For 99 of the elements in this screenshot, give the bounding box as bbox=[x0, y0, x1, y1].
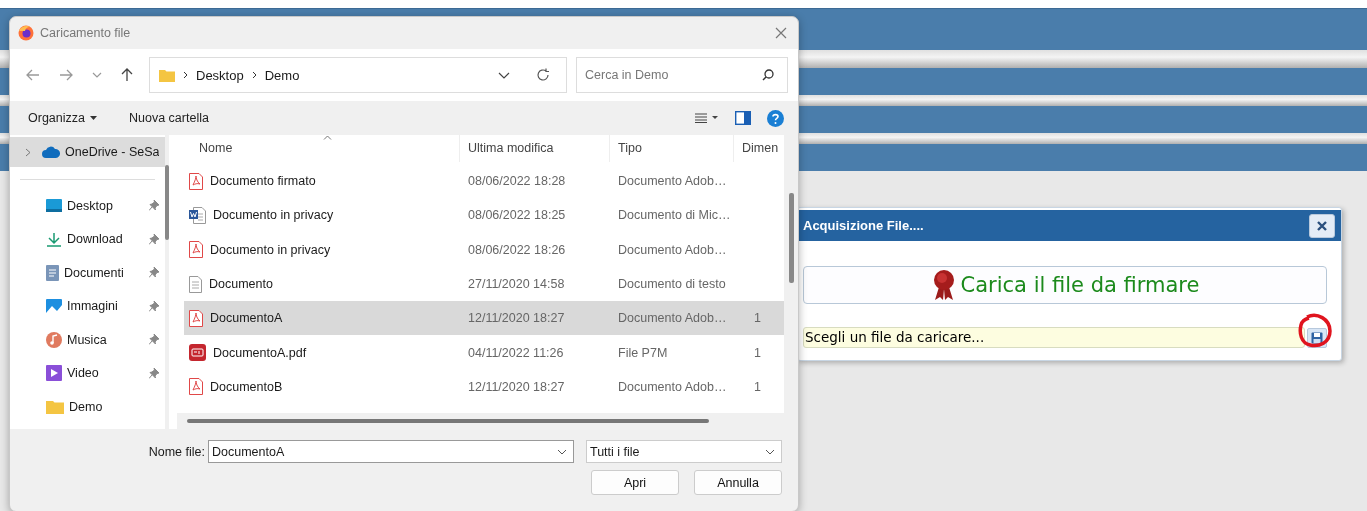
up-arrow-icon[interactable] bbox=[121, 68, 133, 82]
sidebar-item[interactable]: OneDrive - SeSa bbox=[10, 137, 166, 167]
download-arrow-icon bbox=[46, 231, 62, 247]
help-icon[interactable] bbox=[767, 109, 784, 127]
desktop-icon bbox=[46, 198, 62, 213]
modified-date: 08/06/2022 18:25 bbox=[467, 208, 567, 223]
upload-button[interactable]: Carica il file da firmare bbox=[803, 266, 1327, 304]
view-list-icon[interactable] bbox=[695, 113, 719, 123]
chevron-down-icon bbox=[765, 448, 775, 455]
file-row[interactable]: Documento 27/11/2020 14:58 Documento di testo bbox=[184, 266, 784, 302]
file-name: Documento bbox=[209, 277, 273, 292]
document-icon bbox=[46, 264, 59, 281]
open-button[interactable]: Apri bbox=[591, 470, 679, 495]
file-type: Documento Adob… bbox=[617, 174, 728, 189]
pin-icon[interactable] bbox=[149, 367, 160, 379]
pdf-file-icon bbox=[189, 309, 203, 327]
file-input-field[interactable]: Scegli un file da caricare... bbox=[803, 327, 1305, 348]
cancel-button[interactable]: Annulla bbox=[694, 470, 782, 495]
new-folder-button[interactable]: Nuova cartella bbox=[121, 109, 217, 127]
file-row[interactable]: Documento firmato 08/06/2022 18:28 Documento Adob… bbox=[184, 164, 784, 199]
file-row[interactable]: Documento in privacy 08/06/2022 18:26 Documento Adob… bbox=[184, 232, 784, 267]
modified-date: 08/06/2022 18:28 bbox=[467, 174, 567, 189]
file-name: DocumentoA bbox=[210, 311, 283, 326]
chevron-right-icon bbox=[183, 71, 188, 79]
sidebar-item[interactable]: Desktop bbox=[10, 189, 166, 223]
file-type: Documento Adob… bbox=[617, 379, 728, 394]
chevron-right-icon bbox=[251, 71, 257, 79]
pdf-file-icon bbox=[189, 241, 203, 259]
video-play-icon bbox=[46, 365, 62, 382]
refresh-icon[interactable] bbox=[536, 68, 550, 82]
folder-icon bbox=[46, 399, 64, 414]
modified-date: 08/06/2022 18:26 bbox=[467, 242, 567, 257]
file-name: DocumentoA.pdf bbox=[213, 345, 307, 360]
close-icon bbox=[1317, 220, 1327, 231]
sort-caret-icon bbox=[323, 135, 332, 140]
address-bar[interactable]: Desktop Demo bbox=[149, 57, 567, 93]
breadcrumb-item[interactable]: Desktop bbox=[196, 67, 244, 83]
file-size: 1 bbox=[754, 345, 761, 360]
column-header[interactable]: Tipo bbox=[610, 135, 734, 162]
file-row[interactable]: Documento in privacy 08/06/2022 18:25 Documento di Mic… bbox=[184, 198, 784, 233]
file-row[interactable]: DocumentoA.pdf 04/11/2022 11:26 File P7M 1 bbox=[184, 335, 784, 370]
column-header[interactable]: Ultima modifica bbox=[460, 135, 610, 162]
file-name: Documento in privacy bbox=[210, 242, 331, 257]
file-type-dropdown[interactable]: Tutti i file bbox=[586, 440, 782, 463]
chevron-right-icon[interactable] bbox=[25, 147, 31, 157]
dialog-title: Caricamento file bbox=[40, 26, 132, 40]
picture-icon bbox=[46, 298, 62, 314]
modified-date: 27/11/2020 14:58 bbox=[467, 277, 566, 292]
text-file-icon bbox=[189, 275, 202, 293]
pdf-file-icon bbox=[189, 172, 203, 190]
file-name-field[interactable]: DocumentoA bbox=[208, 440, 574, 463]
organize-menu-button[interactable]: Organizza bbox=[20, 109, 105, 127]
pin-icon[interactable] bbox=[149, 200, 160, 212]
close-button[interactable] bbox=[1309, 213, 1335, 238]
file-type: Documento Adob… bbox=[617, 242, 728, 257]
file-name: DocumentoB bbox=[210, 379, 283, 394]
file-row[interactable]: DocumentoA 12/11/2020 18:27 Documento Adob… 1 bbox=[184, 301, 784, 336]
file-type: Documento di Mic… bbox=[617, 208, 732, 223]
modified-date: 12/11/2020 18:27 bbox=[467, 311, 566, 326]
cloud-icon bbox=[42, 146, 60, 158]
browser-icon bbox=[18, 25, 34, 41]
sidebar-item[interactable]: Musica bbox=[10, 323, 166, 357]
sidebar-item[interactable]: Demo bbox=[10, 390, 166, 424]
word-file-icon bbox=[189, 206, 206, 224]
close-icon[interactable] bbox=[775, 27, 787, 39]
caret-icon bbox=[90, 116, 97, 120]
preview-pane-icon[interactable] bbox=[735, 111, 751, 125]
file-type: Documento Adob… bbox=[617, 311, 728, 326]
pdf-file-icon bbox=[189, 378, 203, 396]
forward-arrow-icon[interactable] bbox=[59, 69, 73, 81]
file-type: Documento di testo bbox=[617, 277, 727, 292]
sidebar-item[interactable]: Immagini bbox=[10, 289, 166, 323]
file-type: File P7M bbox=[617, 345, 669, 360]
pin-icon[interactable] bbox=[149, 300, 160, 312]
sidebar-item[interactable]: Download bbox=[10, 222, 166, 256]
pin-icon[interactable] bbox=[149, 334, 160, 346]
file-size: 1 bbox=[754, 311, 761, 326]
panel-title: Acquisizione File.... bbox=[803, 218, 925, 233]
search-icon bbox=[762, 69, 774, 81]
file-row[interactable]: DocumentoB 12/11/2020 18:27 Documento Adob… 1 bbox=[184, 369, 784, 405]
column-header[interactable]: Nome bbox=[177, 135, 460, 162]
pin-icon[interactable] bbox=[149, 233, 160, 245]
file-name: Documento firmato bbox=[210, 174, 316, 189]
sidebar-item[interactable]: Documenti bbox=[10, 256, 166, 290]
search-field[interactable]: Cerca in Demo bbox=[576, 57, 788, 93]
file-size: 1 bbox=[754, 379, 761, 394]
modified-date: 04/11/2022 11:26 bbox=[467, 345, 565, 360]
column-header[interactable]: Dimen bbox=[734, 135, 784, 162]
file-name-label: Nome file: bbox=[148, 444, 205, 459]
sidebar-item[interactable]: Video bbox=[10, 356, 166, 390]
pin-icon[interactable] bbox=[149, 267, 160, 279]
file-name: Documento in privacy bbox=[213, 208, 334, 223]
modified-date: 12/11/2020 18:27 bbox=[467, 379, 566, 394]
signed-file-icon bbox=[189, 344, 206, 362]
music-note-icon bbox=[46, 331, 62, 348]
back-arrow-icon[interactable] bbox=[26, 69, 40, 81]
breadcrumb-item[interactable]: Demo bbox=[264, 67, 300, 83]
chevron-down-icon[interactable] bbox=[557, 448, 567, 455]
chevron-down-icon[interactable] bbox=[498, 71, 510, 79]
